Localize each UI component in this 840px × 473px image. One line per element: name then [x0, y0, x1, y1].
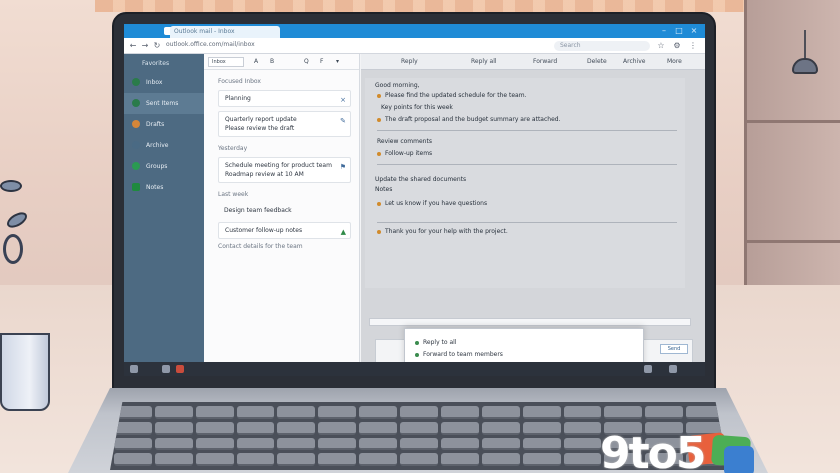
- list-item[interactable]: Schedule meeting for product team Roadma…: [218, 157, 351, 183]
- attachment-icon: ✎: [340, 117, 346, 125]
- window-blinds: [95, 0, 755, 12]
- url-field[interactable]: outlook.office.com/mail/inbox: [166, 41, 286, 51]
- list-item[interactable]: Design team feedback: [218, 203, 351, 218]
- forward-icon[interactable]: →: [140, 41, 150, 51]
- settings-icon[interactable]: ⚙: [672, 41, 682, 51]
- archive-icon: [132, 141, 140, 149]
- popup-item[interactable]: Forward to team members: [415, 351, 503, 358]
- section-header: Last week: [218, 191, 249, 198]
- list-item[interactable]: Customer follow-up notes ▲: [218, 222, 351, 239]
- taskbar: [124, 362, 705, 376]
- list-item[interactable]: Quarterly report update Please review th…: [218, 111, 351, 137]
- message-line: Update the shared documents: [375, 176, 467, 183]
- browser-tab[interactable]: Outlook mail - Inbox: [170, 26, 280, 38]
- groups-icon: [132, 162, 140, 170]
- message-line: The draft proposal and the budget summar…: [377, 116, 560, 123]
- filter-dropdown[interactable]: ▾: [336, 57, 339, 67]
- browser-search-input[interactable]: Search: [554, 41, 650, 51]
- mug: [0, 333, 50, 411]
- sent-icon: [132, 99, 140, 107]
- reply-all-button[interactable]: Reply all: [471, 57, 497, 67]
- browser-titlebar: Outlook mail - Inbox – □ ×: [124, 24, 705, 38]
- close-button[interactable]: ×: [689, 26, 699, 36]
- back-icon[interactable]: ←: [128, 41, 138, 51]
- pin-icon[interactable]: ▲: [341, 228, 346, 236]
- more-button[interactable]: More: [667, 57, 682, 67]
- sidebar-item-archive[interactable]: Archive: [124, 135, 204, 156]
- toolbar-button[interactable]: A: [254, 57, 258, 67]
- message-line: Let us know if you have questions: [377, 200, 487, 207]
- start-icon[interactable]: [130, 365, 138, 373]
- toolbar-button[interactable]: F: [320, 57, 323, 67]
- sidebar-item-sent[interactable]: Sent Items: [124, 93, 204, 114]
- send-button[interactable]: Send: [660, 344, 688, 354]
- logo-block: [724, 446, 754, 473]
- taskbar-app-icon[interactable]: [162, 365, 170, 373]
- taskbar-tray-icon[interactable]: [644, 365, 652, 373]
- message-line: Please find the updated schedule for the…: [377, 92, 526, 99]
- list-item[interactable]: Planning ×: [218, 90, 351, 107]
- delete-button[interactable]: Delete: [587, 57, 607, 67]
- notes-icon: [132, 183, 140, 191]
- refresh-icon[interactable]: ↻: [152, 41, 162, 51]
- plant-stem-icon: [3, 234, 23, 264]
- flag-icon[interactable]: ⚑: [340, 163, 346, 171]
- mail-list: Inbox A B Q F ▾ Focused Inbox Planning ×…: [204, 54, 360, 376]
- toolbar-button[interactable]: B: [270, 57, 274, 67]
- lamp-icon: [792, 30, 818, 76]
- sidebar-item-groups[interactable]: Groups: [124, 156, 204, 177]
- toolbar-button[interactable]: Q: [304, 57, 309, 67]
- popup-item[interactable]: Reply to all: [415, 339, 456, 346]
- list-search-input[interactable]: Inbox: [208, 57, 244, 67]
- message-line: Review comments: [377, 138, 432, 145]
- reply-bar[interactable]: [369, 318, 691, 326]
- close-icon[interactable]: ×: [340, 96, 346, 104]
- list-footer: Contact details for the team: [218, 243, 303, 250]
- sidebar-item-drafts[interactable]: Drafts: [124, 114, 204, 135]
- drafts-icon: [132, 120, 140, 128]
- list-toolbar: Inbox A B Q F ▾: [204, 54, 359, 70]
- reply-button[interactable]: Reply: [401, 57, 418, 67]
- message-line: Notes: [375, 186, 393, 193]
- maximize-button[interactable]: □: [674, 26, 684, 36]
- message-line: Key points for this week: [381, 104, 453, 111]
- minimize-button[interactable]: –: [659, 26, 669, 36]
- taskbar-app-icon[interactable]: [176, 365, 184, 373]
- sidebar-item-notes[interactable]: Notes: [124, 177, 204, 198]
- brand-logo: 9to5: [600, 430, 760, 473]
- inbox-icon: [132, 78, 140, 86]
- reading-toolbar: Reply Reply all Forward Delete Archive M…: [361, 54, 705, 70]
- taskbar-tray-icon[interactable]: [669, 365, 677, 373]
- sidebar-item-inbox[interactable]: Inbox: [124, 72, 204, 93]
- address-bar: ← → ↻ outlook.office.com/mail/inbox Sear…: [124, 38, 705, 54]
- logo-text: 9to5: [600, 428, 706, 473]
- forward-button[interactable]: Forward: [533, 57, 557, 67]
- menu-icon[interactable]: ⋮: [688, 41, 698, 51]
- sidebar: Favorites Inbox Sent Items Drafts Archiv…: [124, 54, 204, 376]
- laptop-screen: Outlook mail - Inbox – □ × ← → ↻ outlook…: [124, 24, 705, 376]
- sidebar-header: Favorites: [142, 60, 170, 67]
- star-icon[interactable]: ☆: [656, 41, 666, 51]
- message-body: Good morning, Please find the updated sc…: [365, 78, 685, 288]
- section-header: Yesterday: [218, 145, 248, 152]
- plant-leaf-icon: [0, 180, 22, 192]
- message-line: Thank you for your help with the project…: [377, 228, 508, 235]
- archive-button[interactable]: Archive: [623, 57, 645, 67]
- message-line: Follow-up items: [377, 150, 432, 157]
- message-line: Good morning,: [375, 82, 420, 89]
- section-header: Focused Inbox: [218, 78, 261, 85]
